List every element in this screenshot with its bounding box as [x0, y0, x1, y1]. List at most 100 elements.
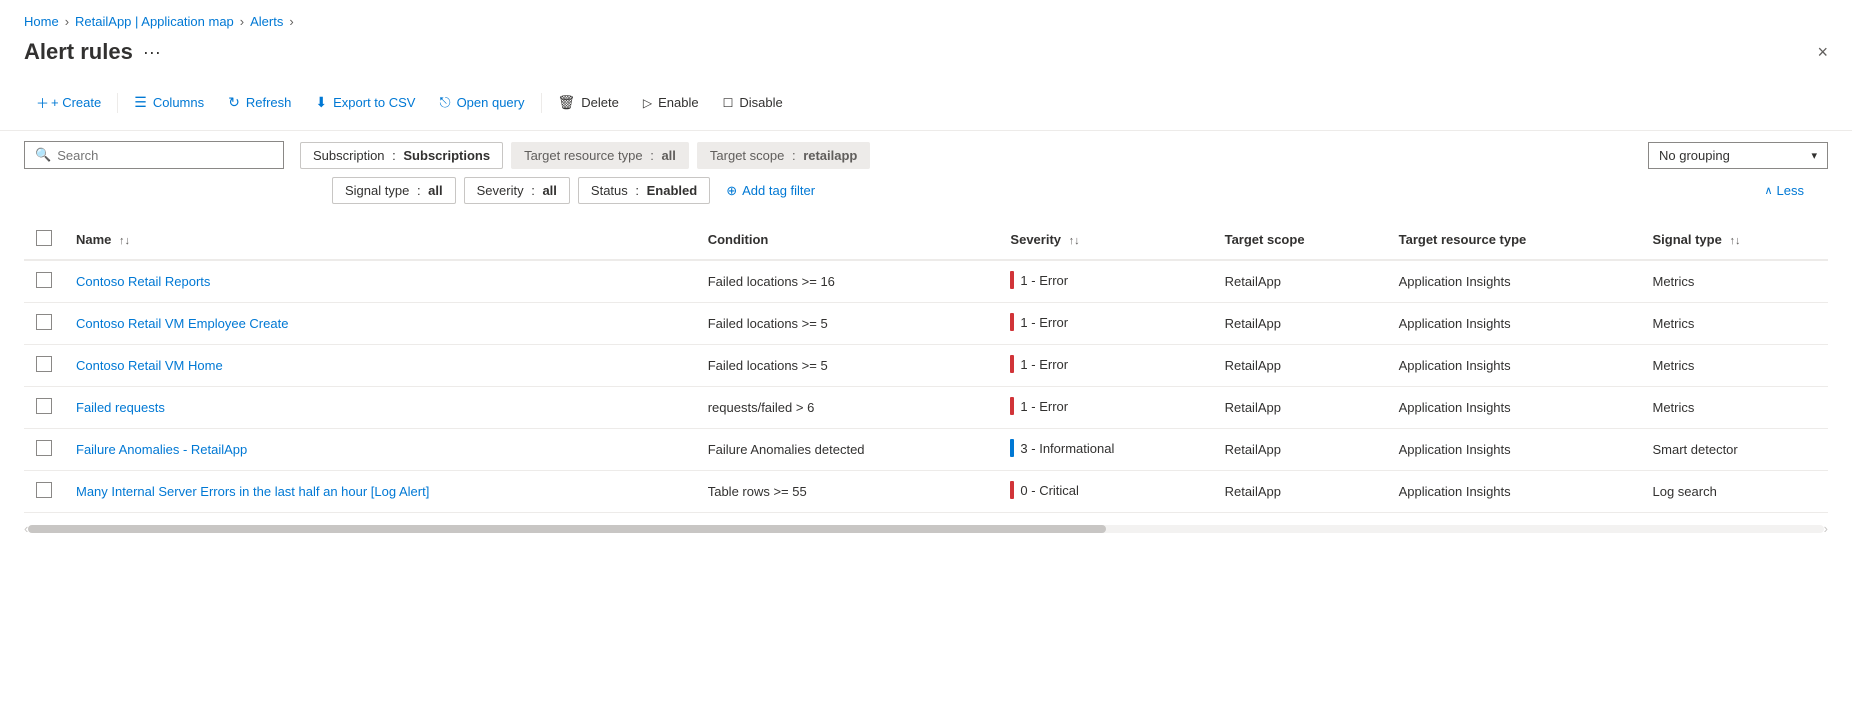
alert-rule-name-link[interactable]: Contoso Retail Reports [76, 274, 210, 289]
select-all-checkbox[interactable] [36, 230, 52, 246]
export-icon: ⬇ [315, 94, 327, 111]
row-condition-cell: Failed locations >= 5 [696, 303, 999, 345]
enable-button[interactable]: ▷ Enable [631, 89, 711, 116]
row-severity-cell: 1 - Error [998, 260, 1212, 303]
target-scope-filter[interactable]: Target scope : retailapp [697, 142, 870, 169]
severity-color-indicator [1010, 481, 1014, 499]
severity-filter[interactable]: Severity : all [464, 177, 570, 204]
name-sort-icon[interactable]: ↑↓ [119, 235, 130, 247]
table-row: Contoso Retail VM Employee Create Failed… [24, 303, 1828, 345]
row-condition-cell: Failed locations >= 5 [696, 345, 999, 387]
row-checkbox-cell [24, 260, 64, 303]
filters-top-row: 🔍 Subscription : Subscriptions Target re… [24, 141, 1828, 169]
grouping-select[interactable]: No grouping ▾ [1648, 142, 1828, 169]
row-target-resource-type-cell: Application Insights [1387, 303, 1641, 345]
alert-rule-name-link[interactable]: Failure Anomalies - RetailApp [76, 442, 247, 457]
target-resource-type-filter[interactable]: Target resource type : all [511, 142, 689, 169]
severity-sort-icon[interactable]: ↑↓ [1069, 235, 1080, 247]
severity-color-indicator [1010, 271, 1014, 289]
status-filter[interactable]: Status : Enabled [578, 177, 710, 204]
table-row: Contoso Retail VM Home Failed locations … [24, 345, 1828, 387]
export-button[interactable]: ⬇ Export to CSV [303, 88, 427, 117]
row-target-scope-cell: RetailApp [1213, 345, 1387, 387]
name-column-header: Name ↑↓ [64, 220, 696, 260]
select-all-header [24, 220, 64, 260]
row-checkbox-cell [24, 345, 64, 387]
subscription-filter[interactable]: Subscription : Subscriptions [300, 142, 503, 169]
add-tag-filter-button[interactable]: ⊕ Add tag filter [718, 178, 823, 204]
row-severity-cell: 1 - Error [998, 345, 1212, 387]
row-target-scope-cell: RetailApp [1213, 387, 1387, 429]
table-row: Failed requests requests/failed > 6 1 - … [24, 387, 1828, 429]
severity-badge: 1 - Error [1010, 397, 1068, 415]
severity-color-indicator [1010, 439, 1014, 457]
table-header: Name ↑↓ Condition Severity ↑↓ Target sco… [24, 220, 1828, 260]
row-signal-type-cell: Metrics [1640, 387, 1828, 429]
ellipsis-button[interactable]: ··· [143, 42, 161, 63]
target-scope-column-header: Target scope [1213, 220, 1387, 260]
row-signal-type-cell: Smart detector [1640, 429, 1828, 471]
row-name-cell: Contoso Retail VM Home [64, 345, 696, 387]
close-button[interactable]: × [1817, 42, 1828, 63]
toolbar-separator-2 [541, 93, 542, 113]
table-row: Contoso Retail Reports Failed locations … [24, 260, 1828, 303]
row-target-resource-type-cell: Application Insights [1387, 471, 1641, 513]
alert-rule-name-link[interactable]: Failed requests [76, 400, 165, 415]
row-checkbox-cell [24, 471, 64, 513]
search-input[interactable] [57, 148, 273, 163]
row-target-scope-cell: RetailApp [1213, 260, 1387, 303]
grouping-label: No grouping [1659, 148, 1730, 163]
breadcrumb-home[interactable]: Home [24, 14, 59, 29]
scroll-right-arrow[interactable]: › [1824, 521, 1828, 536]
horizontal-scrollbar[interactable] [28, 525, 1823, 533]
row-checkbox-3[interactable] [36, 398, 52, 414]
row-name-cell: Failed requests [64, 387, 696, 429]
horizontal-scrollbar-thumb [28, 525, 1105, 533]
signal-type-sort-icon[interactable]: ↑↓ [1729, 235, 1740, 247]
severity-column-header: Severity ↑↓ [998, 220, 1212, 260]
alert-rule-name-link[interactable]: Contoso Retail VM Home [76, 358, 223, 373]
severity-badge: 1 - Error [1010, 355, 1068, 373]
alert-rule-name-link[interactable]: Many Internal Server Errors in the last … [76, 484, 429, 499]
severity-badge: 0 - Critical [1010, 481, 1079, 499]
row-checkbox-0[interactable] [36, 272, 52, 288]
row-checkbox-4[interactable] [36, 440, 52, 456]
alert-rule-name-link[interactable]: Contoso Retail VM Employee Create [76, 316, 288, 331]
table-row: Failure Anomalies - RetailApp Failure An… [24, 429, 1828, 471]
row-checkbox-1[interactable] [36, 314, 52, 330]
breadcrumb: Home › RetailApp | Application map › Ale… [0, 0, 1852, 35]
create-button[interactable]: ＋ + Create [24, 87, 113, 118]
enable-icon: ▷ [643, 96, 652, 110]
open-query-button[interactable]: ⎋ Open query [427, 88, 536, 117]
row-checkbox-cell [24, 429, 64, 471]
less-button[interactable]: ∧ Less [1764, 183, 1804, 198]
row-condition-cell: requests/failed > 6 [696, 387, 999, 429]
search-box[interactable]: 🔍 [24, 141, 284, 169]
row-severity-cell: 0 - Critical [998, 471, 1212, 513]
refresh-button[interactable]: ↻ Refresh [216, 88, 303, 117]
row-severity-cell: 1 - Error [998, 387, 1212, 429]
row-checkbox-2[interactable] [36, 356, 52, 372]
breadcrumb-app[interactable]: RetailApp | Application map [75, 14, 234, 29]
severity-color-indicator [1010, 355, 1014, 373]
create-icon: ＋ [36, 93, 49, 112]
chevron-up-icon: ∧ [1764, 184, 1772, 197]
row-name-cell: Contoso Retail Reports [64, 260, 696, 303]
row-target-resource-type-cell: Application Insights [1387, 387, 1641, 429]
delete-button[interactable]: 🗑 Delete [546, 88, 631, 117]
row-checkbox-5[interactable] [36, 482, 52, 498]
severity-badge: 3 - Informational [1010, 439, 1114, 457]
toolbar: ＋ + Create ☰ Columns ↻ Refresh ⬇ Export … [0, 81, 1852, 131]
filters-section: 🔍 Subscription : Subscriptions Target re… [0, 131, 1852, 208]
chevron-down-icon: ▾ [1811, 149, 1817, 162]
signal-type-filter[interactable]: Signal type : all [332, 177, 456, 204]
row-checkbox-cell [24, 387, 64, 429]
table-body: Contoso Retail Reports Failed locations … [24, 260, 1828, 513]
disable-button[interactable]: ☐ Disable [711, 89, 795, 116]
row-signal-type-cell: Metrics [1640, 345, 1828, 387]
breadcrumb-alerts[interactable]: Alerts [250, 14, 283, 29]
row-severity-cell: 3 - Informational [998, 429, 1212, 471]
columns-button[interactable]: ☰ Columns [122, 88, 216, 117]
row-target-resource-type-cell: Application Insights [1387, 260, 1641, 303]
row-name-cell: Failure Anomalies - RetailApp [64, 429, 696, 471]
